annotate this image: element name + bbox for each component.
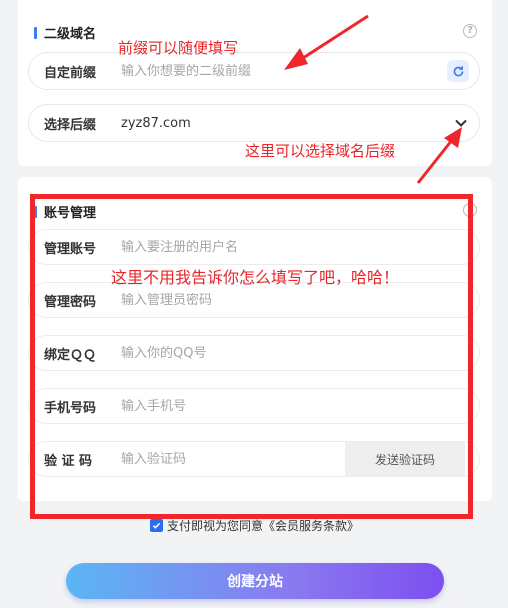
account-section-title-text: 账号管理 bbox=[44, 206, 97, 221]
qq-field: 绑定ＱＱ bbox=[28, 335, 480, 371]
create-site-button[interactable]: 创建分站 bbox=[66, 563, 444, 599]
username-label: 管理账号 bbox=[44, 241, 97, 257]
phone-field: 手机号码 bbox=[28, 388, 480, 424]
refresh-icon[interactable] bbox=[447, 60, 469, 82]
suffix-label: 选择后缀 bbox=[44, 117, 97, 133]
verify-code-label: 验 证 码 bbox=[44, 453, 93, 469]
suffix-select[interactable]: 选择后缀 zyz87.com bbox=[28, 104, 480, 142]
question-circle-icon[interactable]: ? bbox=[463, 203, 477, 217]
annotation-account-note: 这里不用我告诉你怎么填写了吧，哈哈！ bbox=[111, 268, 400, 287]
send-code-button[interactable]: 发送验证码 bbox=[345, 442, 465, 477]
phone-input[interactable] bbox=[121, 398, 479, 414]
prefix-field: 自定前缀 bbox=[28, 52, 480, 90]
qq-input[interactable] bbox=[121, 345, 479, 361]
prefix-label: 自定前缀 bbox=[44, 65, 97, 81]
username-field: 管理账号 bbox=[28, 229, 480, 265]
checkmark-icon bbox=[152, 522, 161, 529]
suffix-value: zyz87.com bbox=[121, 115, 191, 131]
domain-section-title-text: 二级域名 bbox=[44, 27, 97, 42]
phone-label: 手机号码 bbox=[44, 400, 97, 416]
section-accent-bar bbox=[34, 205, 37, 218]
section-accent-bar bbox=[34, 26, 37, 39]
password-label: 管理密码 bbox=[44, 294, 97, 310]
password-input[interactable] bbox=[121, 292, 479, 308]
annotation-suffix-note: 这里可以选择域名后缀 bbox=[245, 142, 396, 160]
chevron-down-icon[interactable] bbox=[453, 115, 469, 131]
agreement-row: 支付即视为您同意《会员服务条款》 bbox=[150, 517, 359, 534]
agreement-checkbox[interactable] bbox=[150, 519, 163, 532]
annotation-prefix-note: 前缀可以随便填写 bbox=[118, 39, 239, 57]
domain-section-title: 二级域名 bbox=[34, 23, 96, 42]
username-input[interactable] bbox=[121, 239, 479, 255]
prefix-input[interactable] bbox=[121, 63, 447, 79]
qq-label: 绑定ＱＱ bbox=[44, 347, 97, 363]
account-section-title: 账号管理 bbox=[34, 202, 96, 221]
agreement-text[interactable]: 支付即视为您同意《会员服务条款》 bbox=[167, 517, 359, 534]
question-circle-icon[interactable]: ? bbox=[463, 24, 477, 38]
